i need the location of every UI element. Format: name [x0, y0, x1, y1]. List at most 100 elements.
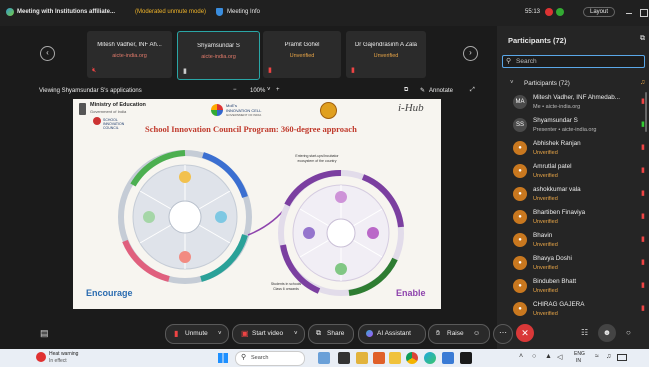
restore-icon[interactable]: [640, 9, 648, 17]
weather-title[interactable]: Heat warning: [49, 351, 78, 357]
mic-muted-icon: ▮: [351, 67, 355, 74]
participant-row[interactable]: ● Bhavya Doshi Unverified ▮: [497, 252, 649, 276]
more-options-button[interactable]: ⋯: [493, 324, 513, 344]
webex-taskbar-icon[interactable]: [460, 352, 472, 364]
participant-thumbnail[interactable]: Mitesh Vadher, INF Ah... aicte-india.org…: [87, 31, 172, 78]
mic-muted-icon[interactable]: ▮: [641, 212, 645, 220]
popout-icon[interactable]: ⧉: [404, 87, 408, 94]
share-bar: Viewing Shyamsundar S's applications − 1…: [0, 86, 495, 97]
meeting-info-link[interactable]: Meeting Info: [227, 9, 260, 15]
participant-status: Unverified: [533, 288, 558, 294]
annotate-icon[interactable]: ✎: [420, 87, 425, 94]
participant-thumbnail[interactable]: Pramit Gohel Unverified ▮: [263, 31, 341, 78]
wifi-icon[interactable]: ≈: [595, 353, 599, 360]
avatar: ●: [513, 210, 527, 224]
chevron-down-icon[interactable]: ˅: [294, 325, 298, 343]
participant-row[interactable]: ● Bhartiben Finaviya Unverified ▮: [497, 206, 649, 230]
chevron-down-icon[interactable]: ˅: [218, 325, 222, 343]
zoom-in-button[interactable]: +: [276, 87, 280, 93]
language-bottom[interactable]: IN: [576, 358, 581, 364]
participant-row[interactable]: ● CHIRAG GAJERA Unverified ▮: [497, 298, 649, 322]
raise-label: Raise: [447, 330, 464, 337]
mic-muted-icon[interactable]: ▮: [641, 166, 645, 174]
layout-button[interactable]: Layout: [583, 7, 616, 17]
moe-cell-label: MoE's INNOVATION CELL: [226, 103, 262, 113]
panel-scrollbar[interactable]: [645, 92, 647, 132]
share-button[interactable]: ⧉ Share: [308, 324, 354, 344]
media-icon[interactable]: [373, 352, 385, 364]
participant-row[interactable]: ● ashokkumar vala Unverified ▮: [497, 183, 649, 207]
file-explorer-icon[interactable]: [356, 352, 368, 364]
minimize-icon[interactable]: [626, 13, 632, 14]
tray-icon[interactable]: ○: [532, 353, 536, 360]
council-label: SCHOOL INNOVATION COUNCIL: [103, 118, 125, 130]
chat-panel-icon[interactable]: ▤: [40, 328, 49, 339]
apps-icon[interactable]: ☷: [581, 328, 588, 337]
participant-name: Amrutlal patel: [533, 163, 572, 170]
seal-icon: [320, 102, 337, 119]
ai-assistant-button[interactable]: AI Assistant: [358, 324, 426, 344]
files-icon[interactable]: [389, 352, 401, 364]
chat-icon[interactable]: ○: [626, 328, 631, 337]
zoom-out-button[interactable]: −: [233, 87, 237, 93]
chevron-down-icon[interactable]: ˅: [510, 80, 514, 86]
mic-muted-icon[interactable]: ▮: [641, 281, 645, 289]
unmute-button[interactable]: ▮ Unmute ˅: [165, 324, 229, 344]
mic-muted-icon[interactable]: ▮: [641, 258, 645, 266]
tray-icon[interactable]: ▲: [545, 353, 552, 360]
zoom-dropdown-icon[interactable]: ˅: [267, 87, 271, 93]
mic-muted-icon[interactable]: ▮: [641, 189, 645, 197]
reactions-icon[interactable]: ☺: [473, 325, 480, 343]
thumbnails-prev-button[interactable]: ‹: [40, 46, 55, 61]
viewing-label: Viewing Shyamsundar S's applications: [39, 88, 142, 94]
thumbnail-sub: Unverified: [289, 53, 315, 59]
start-video-button[interactable]: ▣ Start video ˅: [232, 324, 305, 344]
participants-search-field[interactable]: ⚲ Search: [502, 55, 645, 68]
annotate-button[interactable]: Annotate: [429, 88, 453, 94]
thumbnail-sub: Unverified: [373, 53, 399, 59]
mic-muted-icon[interactable]: ▮: [641, 143, 645, 151]
raise-button[interactable]: ✋︎ Raise ☺: [428, 324, 490, 344]
participant-thumbnail-active[interactable]: Shyamsundar S aicte-india.org ▮: [177, 31, 260, 80]
expand-icon[interactable]: ⤢: [470, 87, 475, 94]
thumbnails-next-button[interactable]: ›: [463, 46, 478, 61]
zoom-level[interactable]: 100%: [250, 88, 265, 94]
tray-chevron-up-icon[interactable]: ˄: [519, 353, 523, 360]
weather-sub: In effect: [49, 358, 67, 364]
participant-name: Binduben Bhatt: [533, 278, 577, 285]
participant-thumbnail[interactable]: Dr Gajendrasinh A Zala Unverified ▮: [346, 31, 426, 78]
slide-title: School Innovation Council Program: 360-d…: [145, 124, 357, 134]
panel-popout-icon[interactable]: ⧉: [640, 35, 645, 43]
participants-toggle-button[interactable]: ☻: [598, 324, 616, 342]
leave-meeting-button[interactable]: ✕: [516, 324, 534, 342]
weather-warning-icon[interactable]: [36, 352, 46, 362]
edge-icon[interactable]: [424, 352, 436, 364]
taskbar-search[interactable]: ⚲ Search: [235, 351, 305, 366]
participant-name: Bhavin: [533, 232, 553, 239]
participant-status: Unverified: [533, 242, 558, 248]
windows-start-icon[interactable]: [218, 353, 228, 363]
volume-icon[interactable]: ♫: [606, 353, 611, 360]
participant-row[interactable]: MA Mitesh Vadher, INF Ahmedab... Me • ai…: [497, 91, 649, 115]
start-video-label: Start video: [252, 330, 284, 337]
language-top[interactable]: ENG: [574, 351, 585, 357]
task-view-icon[interactable]: [338, 352, 350, 364]
chrome-icon[interactable]: [406, 352, 418, 364]
emblem-icon: [79, 103, 86, 115]
mic-muted-icon[interactable]: ▮: [641, 235, 645, 243]
participant-row[interactable]: ● Binduben Bhatt Unverified ▮: [497, 275, 649, 299]
raise-hand-icon: ✋︎: [436, 330, 440, 337]
mic-muted-icon[interactable]: ▮: [641, 304, 645, 312]
battery-icon[interactable]: [617, 354, 627, 361]
participant-row[interactable]: ● Bhavin Unverified ▮: [497, 229, 649, 253]
group-unmute-icon[interactable]: ♫: [640, 79, 645, 86]
participant-row[interactable]: ● Abhishek Ranjan Unverified ▮: [497, 137, 649, 161]
store-icon[interactable]: [442, 352, 454, 364]
widgets-icon[interactable]: [318, 352, 330, 364]
participant-row[interactable]: ● Amrutlal patel Unverified ▮: [497, 160, 649, 184]
moe-cell-logo-icon: [211, 104, 223, 116]
ai-assistant-label: AI Assistant: [377, 330, 411, 337]
participant-row[interactable]: SS Shyamsundar S Presenter • aicte-india…: [497, 114, 649, 138]
participants-group-label[interactable]: Participants (72): [524, 80, 570, 87]
tray-icon[interactable]: ◁: [557, 353, 562, 361]
